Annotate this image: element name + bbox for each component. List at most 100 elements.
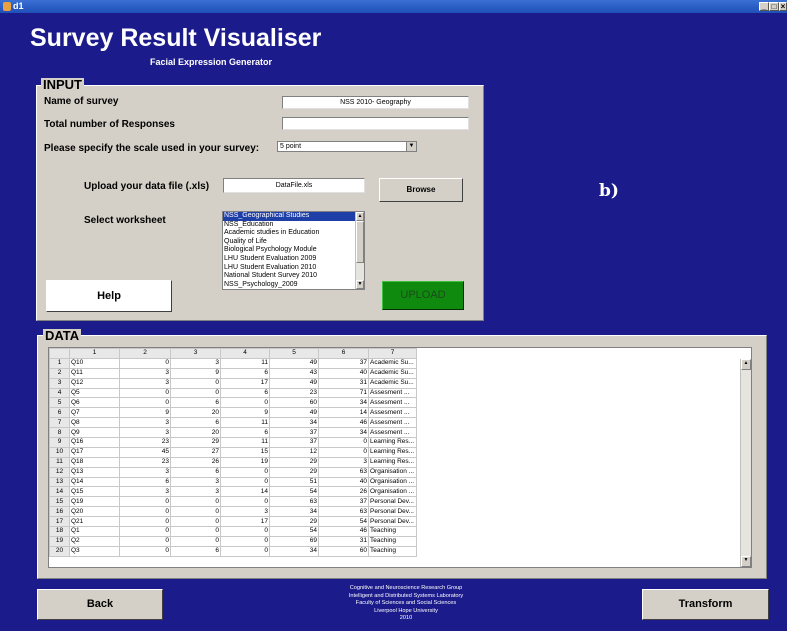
table-cell[interactable]: 0: [220, 397, 270, 409]
data-table-area[interactable]: 1 2 3 4 5 6 7 1 Q10 0 3 11 49 37 Academic Su...…: [48, 347, 752, 568]
table-row[interactable]: 3 Q12 3 0 17 49 31 Academic Su...: [49, 377, 417, 389]
table-cell[interactable]: 0: [170, 526, 221, 537]
table-cell[interactable]: 29: [269, 456, 319, 468]
table-cell[interactable]: Q5: [69, 387, 120, 399]
table-cell[interactable]: 34: [269, 417, 319, 429]
table-cell[interactable]: Teaching: [368, 545, 417, 557]
table-cell[interactable]: 9: [170, 367, 221, 379]
table-cell[interactable]: 3: [119, 377, 171, 389]
table-row[interactable]: 7 Q8 3 6 11 34 46 Assesment ...: [49, 417, 417, 429]
table-cell[interactable]: 20: [170, 407, 221, 419]
table-cell[interactable]: 11: [220, 417, 270, 429]
table-cell[interactable]: 15: [220, 446, 270, 458]
table-cell[interactable]: Academic Su...: [368, 367, 417, 379]
worksheet-item[interactable]: LHU Student Evaluation 2009: [223, 255, 355, 264]
table-cell[interactable]: Q18: [69, 456, 120, 468]
table-cell[interactable]: 11: [220, 357, 270, 369]
worksheet-item[interactable]: LHU Student Evaluation 2010: [223, 264, 355, 273]
table-cell[interactable]: 46: [318, 526, 369, 537]
table-cell[interactable]: 6: [170, 466, 221, 478]
scroll-thumb[interactable]: [356, 221, 364, 263]
table-cell[interactable]: Personal Dev...: [368, 506, 417, 518]
table-cell[interactable]: Q8: [69, 417, 120, 429]
table-cell[interactable]: 34: [318, 397, 369, 409]
table-row[interactable]: 13 Q14 6 3 0 51 40 Organisation ...: [49, 476, 417, 488]
table-cell[interactable]: 26: [170, 456, 221, 468]
data-table[interactable]: 1 2 3 4 5 6 7 1 Q10 0 3 11 49 37 Academic Su...…: [49, 348, 417, 557]
table-row[interactable]: 8 Q9 3 20 6 37 34 Assesment ...: [49, 427, 417, 439]
table-cell[interactable]: 37: [318, 496, 369, 508]
table-cell[interactable]: 37: [269, 427, 319, 439]
scroll-down-icon[interactable]: ▼: [356, 280, 364, 289]
table-row[interactable]: 4 Q5 0 0 6 23 71 Assesment ...: [49, 387, 417, 399]
table-cell[interactable]: 6: [220, 387, 270, 399]
table-cell[interactable]: 0: [220, 535, 270, 547]
table-cell[interactable]: Academic Su...: [368, 357, 417, 369]
table-cell[interactable]: 6: [170, 417, 221, 429]
table-cell[interactable]: 0: [119, 357, 171, 369]
table-cell[interactable]: Q15: [69, 486, 120, 498]
scroll-up-icon[interactable]: ▲: [741, 359, 751, 370]
table-cell[interactable]: 46: [318, 417, 369, 429]
table-cell[interactable]: Organisation ...: [368, 476, 417, 488]
table-cell[interactable]: Q12: [69, 377, 120, 389]
table-cell[interactable]: 31: [318, 377, 369, 389]
column-header[interactable]: 2: [119, 348, 171, 359]
table-cell[interactable]: Q21: [69, 516, 120, 528]
table-row[interactable]: 14 Q15 3 3 14 54 26 Organisation ...: [49, 486, 417, 498]
table-cell[interactable]: 29: [170, 437, 221, 448]
table-cell[interactable]: Q6: [69, 397, 120, 409]
worksheet-scrollbar[interactable]: ▲ ▼: [355, 212, 364, 289]
table-row[interactable]: 10 Q17 45 27 15 12 0 Learning Res...: [49, 446, 417, 458]
table-cell[interactable]: Q19: [69, 496, 120, 508]
table-cell[interactable]: Organisation ...: [368, 466, 417, 478]
table-cell[interactable]: Learning Res...: [368, 446, 417, 458]
survey-name-field[interactable]: NSS 2010- Geography: [282, 96, 469, 109]
table-cell[interactable]: 49: [269, 357, 319, 369]
table-cell[interactable]: 0: [119, 387, 171, 399]
table-cell[interactable]: Q16: [69, 437, 120, 448]
column-header[interactable]: 1: [69, 348, 120, 359]
upload-button[interactable]: UPLOAD: [382, 281, 464, 310]
table-cell[interactable]: 23: [269, 387, 319, 399]
table-row[interactable]: 9 Q16 23 29 11 37 0 Learning Res...: [49, 437, 417, 448]
worksheet-item[interactable]: NSS_Education: [223, 221, 355, 230]
table-cell[interactable]: 0: [170, 516, 221, 528]
table-cell[interactable]: Q20: [69, 506, 120, 518]
table-cell[interactable]: 20: [170, 427, 221, 439]
minimize-button[interactable]: _: [759, 2, 769, 11]
table-scrollbar[interactable]: ▲ ▼: [740, 359, 751, 567]
worksheet-item[interactable]: NSS_Geographical Studies: [223, 212, 355, 221]
data-file-field[interactable]: DataFile.xls: [223, 178, 365, 193]
table-cell[interactable]: Assesment ...: [368, 397, 417, 409]
table-row[interactable]: 20 Q3 0 6 0 34 60 Teaching: [49, 545, 417, 557]
table-row[interactable]: 6 Q7 9 20 9 49 14 Assesment ...: [49, 407, 417, 419]
table-cell[interactable]: 31: [318, 535, 369, 547]
table-cell[interactable]: 3: [170, 476, 221, 488]
column-header[interactable]: 4: [220, 348, 270, 359]
table-cell[interactable]: 45: [119, 446, 171, 458]
scale-dropdown[interactable]: 5 point ▼: [277, 141, 417, 152]
table-cell[interactable]: Organisation ...: [368, 486, 417, 498]
browse-button[interactable]: Browse: [379, 178, 463, 202]
table-cell[interactable]: 3: [119, 466, 171, 478]
table-cell[interactable]: 23: [119, 456, 171, 468]
table-cell[interactable]: 0: [318, 437, 369, 448]
table-cell[interactable]: 63: [318, 466, 369, 478]
table-row[interactable]: 15 Q19 0 0 0 63 37 Personal Dev...: [49, 496, 417, 508]
table-cell[interactable]: Q2: [69, 535, 120, 547]
table-cell[interactable]: 6: [220, 367, 270, 379]
table-row[interactable]: 19 Q2 0 0 0 69 31 Teaching: [49, 535, 417, 547]
column-header[interactable]: 7: [368, 348, 417, 359]
table-cell[interactable]: Personal Dev...: [368, 496, 417, 508]
table-cell[interactable]: 0: [170, 535, 221, 547]
table-cell[interactable]: 9: [119, 407, 171, 419]
table-cell[interactable]: Q17: [69, 446, 120, 458]
table-row[interactable]: 18 Q1 0 0 0 54 46 Teaching: [49, 526, 417, 537]
table-row[interactable]: 16 Q20 0 0 3 34 63 Personal Dev...: [49, 506, 417, 518]
table-cell[interactable]: Academic Su...: [368, 377, 417, 389]
table-cell[interactable]: 37: [269, 437, 319, 448]
table-cell[interactable]: 29: [269, 466, 319, 478]
table-cell[interactable]: 54: [269, 486, 319, 498]
table-cell[interactable]: 40: [318, 367, 369, 379]
